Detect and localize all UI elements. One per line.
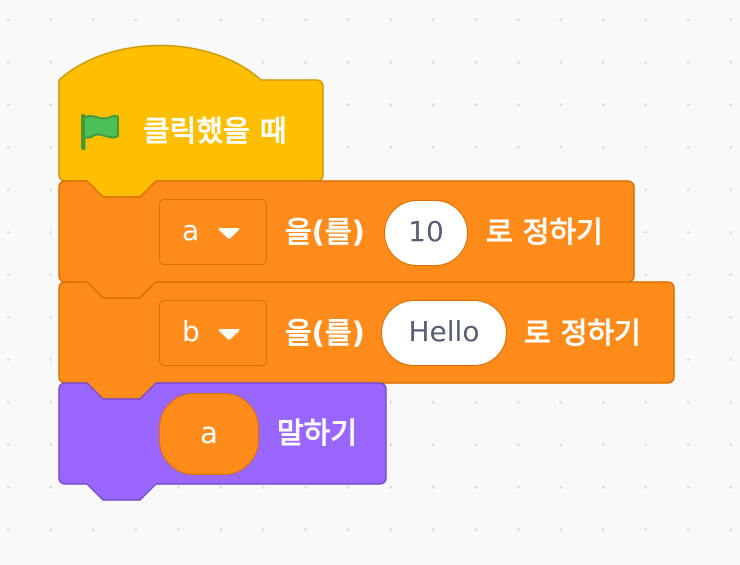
set-a-suffix-label: 로 정하기 [486, 215, 603, 249]
caret-down-icon [218, 329, 240, 340]
variable-dropdown-a[interactable]: a [159, 199, 267, 265]
set-a-connector-label: 을(를) [285, 215, 365, 249]
variable-name-a: a [182, 214, 200, 247]
variable-reporter-a[interactable]: a [159, 393, 259, 475]
green-flag-icon [81, 114, 119, 150]
value-text-b: Hello [408, 315, 480, 348]
set-b-suffix-label: 로 정하기 [524, 316, 641, 350]
variable-dropdown-b[interactable]: b [159, 300, 267, 366]
say-block-label: 말하기 [277, 416, 358, 450]
hat-block-label: 클릭했을 때 [143, 114, 287, 148]
value-input-a[interactable]: 10 [384, 200, 468, 266]
value-input-b[interactable]: Hello [381, 300, 507, 366]
set-b-connector-label: 을(를) [285, 316, 365, 350]
variable-name-b: b [182, 315, 200, 348]
blocks-shapes [58, 44, 675, 501]
value-text-a: 10 [408, 215, 444, 248]
caret-down-icon [218, 228, 240, 239]
reporter-text-a: a [200, 416, 218, 450]
script-area[interactable]: 클릭했을 때 a 을(를) 10 로 정하기 b 을(를) Hello 로 정하… [0, 0, 740, 565]
